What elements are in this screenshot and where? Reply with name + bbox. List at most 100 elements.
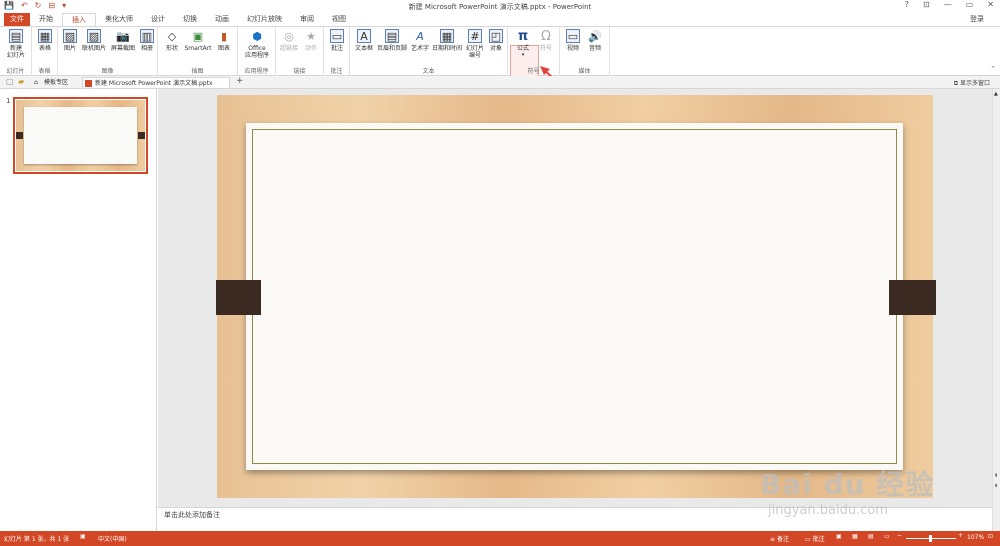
collapse-ribbon-icon[interactable]: ⌃ [990, 65, 996, 73]
office-apps-button[interactable]: ⬢ Office 应用程序 [242, 29, 272, 60]
table-icon: ▦ [38, 29, 52, 43]
comment-icon: ▭ [330, 29, 344, 43]
prev-slide-icon[interactable]: ⇞ [994, 473, 998, 479]
slide-inner-border [252, 129, 897, 464]
symbol-button[interactable]: Ω 符号 [536, 28, 556, 53]
tab-view[interactable]: 视图 [323, 13, 355, 26]
sign-in-link[interactable]: 登录 [970, 14, 984, 24]
video-button[interactable]: ▭ 视频 [563, 29, 583, 52]
online-picture-icon: ▨ [87, 29, 101, 43]
thumbnail-clip-left [16, 132, 23, 139]
document-tabs: ▢ ▰ ⌂ 模板专区 新建 Microsoft PowerPoint 演示文稿.… [0, 76, 1000, 89]
ribbon-tabs: 文件 开始 插入 美化大师 设计 切换 动画 幻灯片放映 审阅 视图 [0, 12, 1000, 26]
slide-thumbnail[interactable] [13, 97, 148, 174]
thumbnail-paper [24, 107, 137, 164]
tab-template-zone[interactable]: ⌂ 模板专区 [32, 77, 80, 88]
new-slide-button[interactable]: ▤ 新建 幻灯片 [3, 29, 29, 59]
tab-design[interactable]: 设计 [142, 13, 174, 26]
left-clip [216, 280, 261, 315]
tab-file[interactable]: 文件 [4, 13, 30, 26]
zoom-slider[interactable] [906, 535, 956, 542]
zoom-in-icon[interactable]: + [958, 532, 963, 539]
zoom-level[interactable]: 107% [967, 534, 984, 541]
tab-review[interactable]: 审阅 [291, 13, 323, 26]
photo-album-icon: ▥ [140, 29, 154, 43]
omega-icon: Ω [541, 28, 551, 44]
group-tables: ▦ 表格 表格 [32, 27, 58, 76]
slide-sorter-icon[interactable]: ▦ [852, 533, 858, 540]
calendar-icon: ▦ [440, 29, 454, 43]
textbox-button[interactable]: A 文本框 [352, 29, 376, 52]
help-icon[interactable]: ? [905, 0, 909, 9]
pi-icon: π [517, 28, 529, 44]
maximize-button[interactable]: ▭ [966, 0, 974, 9]
thumbnail-wood-background [16, 100, 145, 171]
window-title: 新建 Microsoft PowerPoint 演示文稿.pptx - Powe… [408, 3, 592, 11]
slide-editing-area [158, 89, 992, 507]
zoom-out-icon[interactable]: − [897, 532, 902, 539]
tab-slideshow[interactable]: 幻灯片放映 [238, 13, 291, 26]
online-picture-button[interactable]: ▨ 联机图片 [80, 29, 108, 52]
object-icon: ◰ [489, 29, 503, 43]
slideshow-view-icon[interactable]: ▭ [884, 533, 890, 540]
slide-number-button[interactable]: # 幻灯片 编号 [463, 29, 487, 59]
equation-dropdown-icon: ▾ [521, 52, 525, 58]
photo-album-button[interactable]: ▥ 相册 [138, 29, 156, 52]
tab-home[interactable]: 开始 [30, 13, 62, 26]
comments-toggle-button[interactable]: ▭ 批注 [805, 534, 825, 543]
language-status[interactable]: 中文(中国) [98, 534, 127, 543]
vertical-scrollbar[interactable]: ▲ ⇞ ⇟ [992, 89, 1000, 531]
window-controls: ? ⊡ — ▭ ✕ [905, 0, 994, 9]
speaker-icon: 🔊 [588, 29, 602, 43]
header-footer-button[interactable]: ▤ 页眉和页脚 [376, 29, 408, 52]
normal-view-icon[interactable]: ▣ [836, 533, 842, 540]
hyperlink-button[interactable]: ◎ 超链接 [279, 29, 299, 53]
scroll-up-icon[interactable]: ▲ [994, 91, 998, 97]
tab-transitions[interactable]: 切换 [174, 13, 206, 26]
group-links: ◎ 超链接 ★ 动作 链接 [276, 27, 324, 76]
add-tab-icon[interactable]: + [236, 76, 244, 86]
picture-button[interactable]: ▨ 图片 [61, 29, 79, 52]
video-icon: ▭ [566, 29, 580, 43]
group-illustrations: ◇ 形状 ▣ SmartArt ▮ 图表 插图 [158, 27, 238, 76]
picture-icon: ▨ [63, 29, 77, 43]
new-doc-icon[interactable]: ▢ [6, 77, 14, 86]
equation-button[interactable]: π 公式 ▾ [512, 29, 534, 59]
zoom-slider-thumb[interactable] [929, 535, 932, 542]
tab-animations[interactable]: 动画 [206, 13, 238, 26]
slide[interactable] [216, 95, 936, 498]
watermark-url: jingyan.baidu.com [768, 503, 888, 518]
shapes-button[interactable]: ◇ 形状 [162, 29, 182, 53]
office-store-icon: ⬢ [252, 29, 262, 43]
shapes-icon: ◇ [167, 29, 177, 43]
smartart-button[interactable]: ▣ SmartArt [183, 29, 213, 53]
wordart-button[interactable]: A 艺术字 [409, 29, 431, 53]
screenshot-button[interactable]: 📷 屏幕截图 [109, 29, 137, 53]
audio-button[interactable]: 🔊 音频 [585, 29, 605, 53]
next-slide-icon[interactable]: ⇟ [994, 483, 998, 489]
object-button[interactable]: ◰ 对象 [487, 29, 505, 52]
comment-button[interactable]: ▭ 批注 [328, 29, 346, 52]
fit-slide-icon[interactable]: ⊡ [988, 533, 993, 540]
minimize-button[interactable]: — [944, 0, 952, 9]
chart-button[interactable]: ▮ 图表 [215, 29, 233, 53]
tab-beautify[interactable]: 美化大师 [96, 13, 142, 26]
ribbon-display-icon[interactable]: ⊡ [923, 0, 930, 9]
show-multi-window-button[interactable]: ⧉ 显示多窗口 [954, 78, 990, 88]
group-images: ▨ 图片 ▨ 联机图片 📷 屏幕截图 ▥ 相册 图像 [58, 27, 158, 76]
date-time-button[interactable]: ▦ 日期和时间 [431, 29, 463, 52]
open-folder-icon[interactable]: ▰ [18, 77, 24, 86]
notes-toggle-button[interactable]: ≡ 备注 [770, 534, 789, 543]
table-button[interactable]: ▦ 表格 [36, 29, 54, 52]
group-slides: ▤ 新建 幻灯片 幻灯片 [0, 27, 32, 76]
slide-thumbnail-pane: 1 [0, 89, 157, 531]
action-button[interactable]: ★ 动作 [301, 29, 321, 53]
tab-current-document[interactable]: 新建 Microsoft PowerPoint 演示文稿.pptx [82, 77, 230, 88]
reading-view-icon[interactable]: ▤ [868, 533, 874, 540]
camera-icon: 📷 [116, 29, 130, 43]
spellcheck-icon[interactable]: ▣ [80, 533, 86, 540]
close-button[interactable]: ✕ [987, 0, 994, 9]
slide-number-icon: # [468, 29, 482, 43]
tab-insert[interactable]: 插入 [62, 13, 96, 26]
watermark-brand: Bai du 经验 [760, 468, 935, 501]
